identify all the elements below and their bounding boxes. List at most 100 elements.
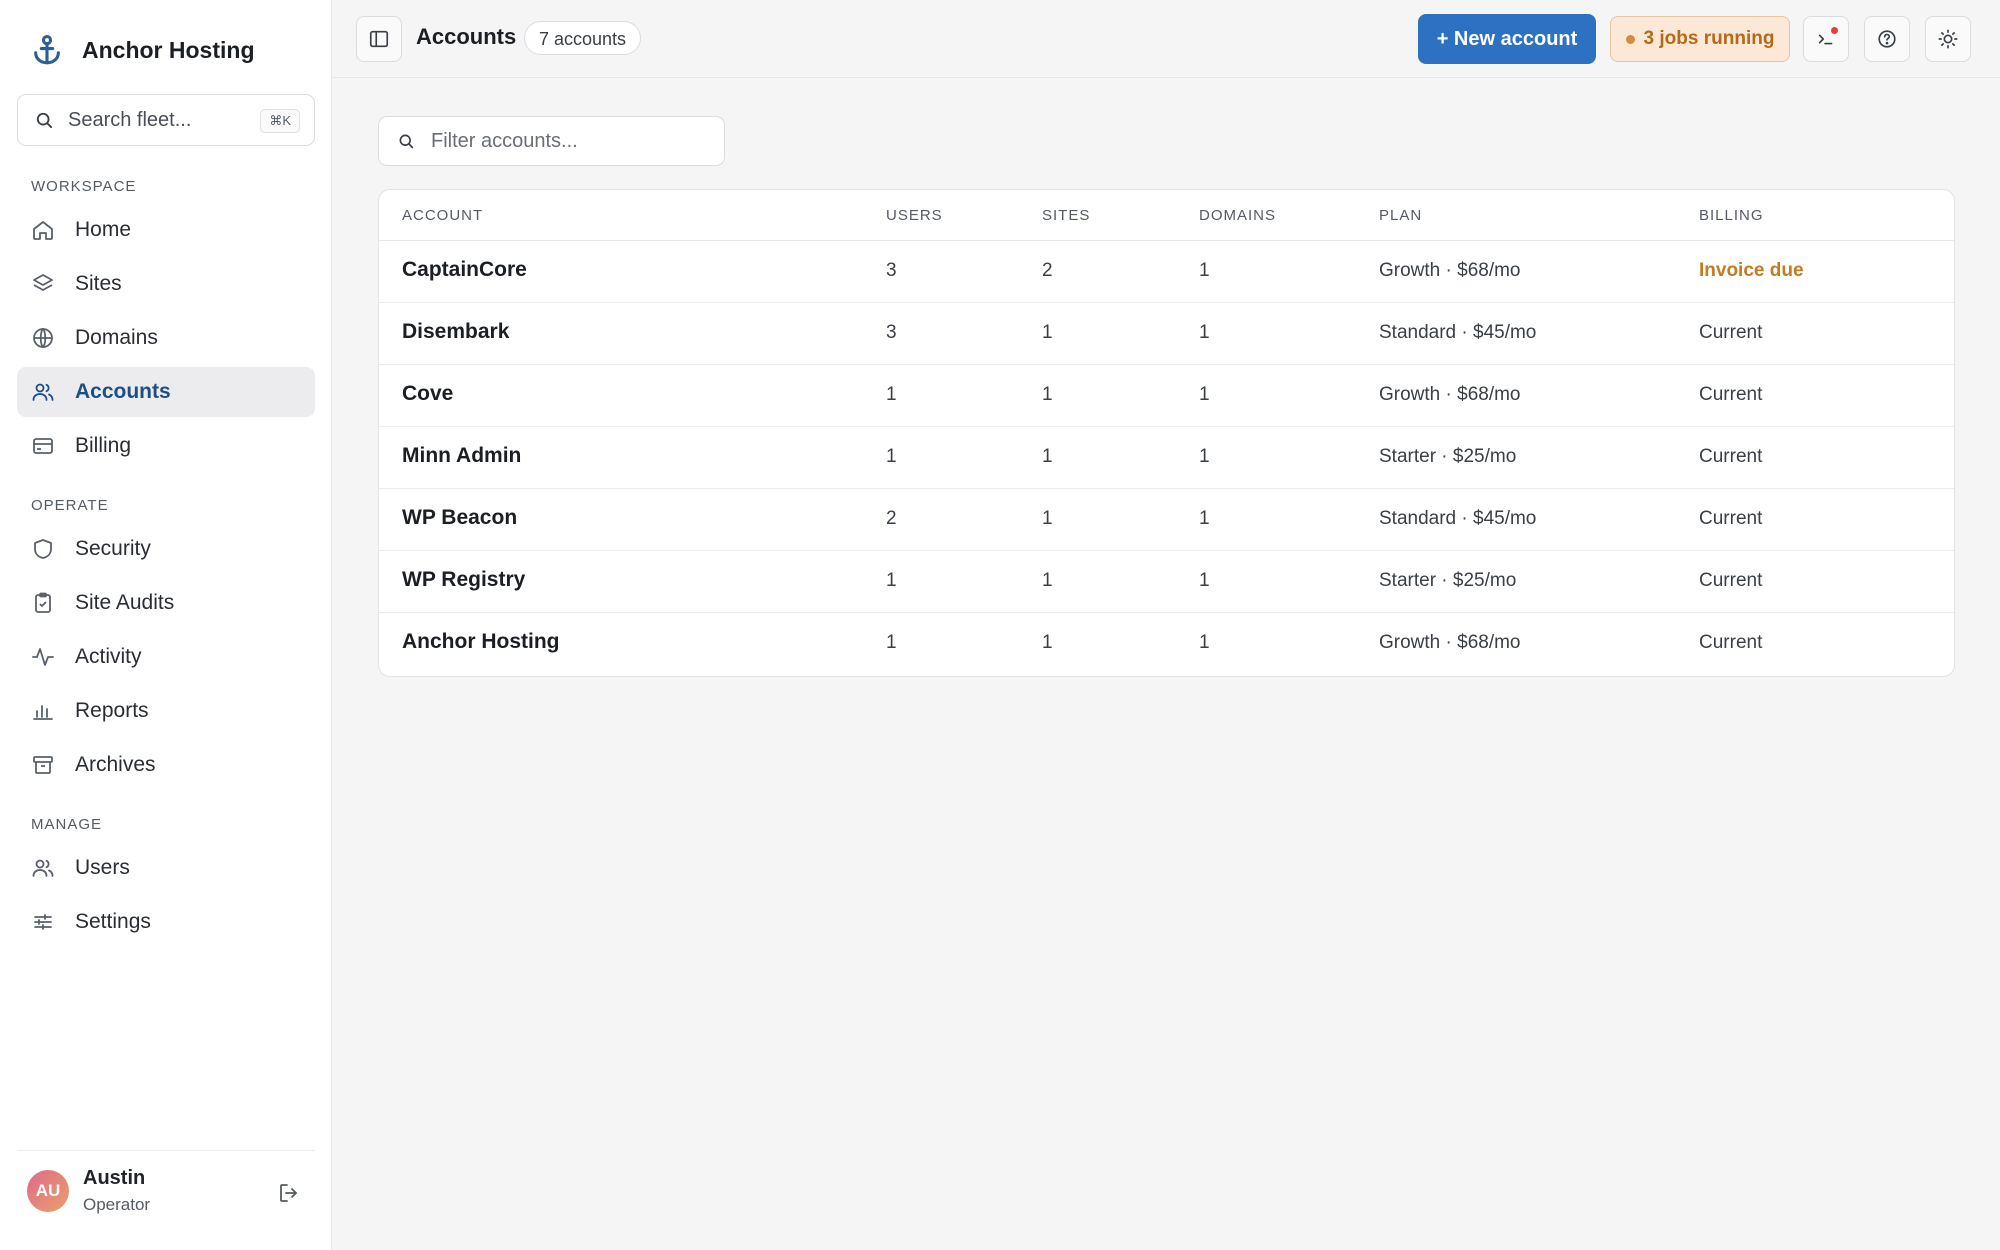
users-count: 1 bbox=[886, 632, 897, 653]
table-row[interactable]: CaptainCore 3 2 1 Growth · $68/mo Invoic… bbox=[379, 240, 1954, 303]
sidebar-item-home[interactable]: Home bbox=[17, 205, 315, 255]
status-dot bbox=[1625, 34, 1635, 44]
domains-count: 1 bbox=[1199, 508, 1210, 529]
sidebar-item-domains[interactable]: Domains bbox=[17, 313, 315, 363]
users-count: 1 bbox=[886, 446, 897, 467]
sidebar-item-billing[interactable]: Billing bbox=[17, 421, 315, 471]
users-count: 1 bbox=[886, 384, 897, 405]
users-icon bbox=[32, 383, 54, 401]
sites-count: 1 bbox=[1042, 508, 1053, 529]
column-header-users[interactable]: USERS bbox=[886, 207, 943, 224]
account-name[interactable]: CaptainCore bbox=[402, 258, 527, 282]
search-placeholder: Search fleet... bbox=[68, 108, 192, 131]
plan: Growth · $68/mo bbox=[1379, 632, 1521, 653]
search-icon bbox=[36, 112, 52, 128]
users-count: 3 bbox=[886, 322, 897, 343]
column-header-sites[interactable]: SITES bbox=[1042, 207, 1090, 224]
table-row[interactable]: WP Registry 1 1 1 Starter · $25/mo Curre… bbox=[379, 550, 1954, 613]
sidebar-item-activity[interactable]: Activity bbox=[17, 632, 315, 682]
account-count-badge: 7 accounts bbox=[524, 21, 642, 55]
account-name[interactable]: Cove bbox=[402, 382, 453, 406]
toggle-sidebar-button[interactable] bbox=[356, 16, 402, 62]
table-row[interactable]: Minn Admin 1 1 1 Starter · $25/mo Curren… bbox=[379, 426, 1954, 489]
sun-icon bbox=[1938, 29, 1958, 49]
user-role: Operator bbox=[83, 1195, 151, 1214]
sidebar-item-sites[interactable]: Sites bbox=[17, 259, 315, 309]
home-icon bbox=[33, 221, 53, 240]
account-name[interactable]: WP Beacon bbox=[402, 506, 517, 530]
sidebar-item-label: Billing bbox=[75, 434, 132, 457]
sidebar-item-label: Sites bbox=[75, 272, 122, 295]
archive-icon bbox=[33, 756, 53, 774]
search-shortcut: ⌘K bbox=[260, 109, 300, 133]
theme-toggle-button[interactable] bbox=[1925, 16, 1971, 62]
billing-status: Current bbox=[1699, 322, 1763, 343]
sidebar-item-security[interactable]: Security bbox=[17, 524, 315, 574]
sidebar-item-label: Users bbox=[75, 856, 130, 879]
users-count: 3 bbox=[886, 260, 897, 281]
new-account-button[interactable]: + New account bbox=[1418, 14, 1596, 64]
billing-status: Current bbox=[1699, 384, 1763, 405]
account-name[interactable]: Anchor Hosting bbox=[402, 630, 560, 654]
sidebar-item-accounts[interactable]: Accounts bbox=[17, 367, 315, 417]
sites-count: 1 bbox=[1042, 384, 1053, 405]
domains-count: 1 bbox=[1199, 260, 1210, 281]
sidebar-item-archives[interactable]: Archives bbox=[17, 740, 315, 790]
table-row[interactable]: Disembark 3 1 1 Standard · $45/mo Curren… bbox=[379, 302, 1954, 365]
sidebar-item-label: Domains bbox=[75, 326, 158, 349]
avatar: AU bbox=[27, 1169, 69, 1212]
sidebar-item-settings[interactable]: Settings bbox=[17, 897, 315, 947]
users-count: 2 bbox=[886, 508, 897, 529]
table-row[interactable]: Anchor Hosting 1 1 1 Growth · $68/mo Cur… bbox=[379, 612, 1954, 674]
logout-icon[interactable] bbox=[277, 1181, 301, 1205]
filter-accounts-input[interactable]: Filter accounts... bbox=[378, 116, 725, 166]
accounts-table: ACCOUNT USERS SITES DOMAINS PLAN BILLING… bbox=[378, 189, 1955, 677]
billing-status: Current bbox=[1699, 446, 1763, 467]
credit-card-icon bbox=[33, 438, 53, 454]
globe-icon bbox=[33, 327, 53, 349]
account-name[interactable]: Minn Admin bbox=[402, 444, 521, 468]
activity-icon bbox=[32, 648, 54, 666]
domains-count: 1 bbox=[1199, 446, 1210, 467]
account-name[interactable]: Disembark bbox=[402, 320, 509, 344]
help-icon bbox=[1878, 30, 1896, 48]
fleet-search[interactable]: Search fleet... ⌘K bbox=[17, 94, 315, 146]
plan: Starter · $25/mo bbox=[1379, 570, 1517, 591]
brand[interactable]: Anchor Hosting bbox=[30, 32, 255, 68]
billing-status: Current bbox=[1699, 508, 1763, 529]
sites-count: 1 bbox=[1042, 570, 1053, 591]
plan: Starter · $25/mo bbox=[1379, 446, 1517, 467]
domains-count: 1 bbox=[1199, 632, 1210, 653]
sidebar-item-label: Reports bbox=[75, 699, 149, 722]
sites-count: 1 bbox=[1042, 632, 1053, 653]
domains-count: 1 bbox=[1199, 570, 1210, 591]
sites-count: 2 bbox=[1042, 260, 1053, 281]
jobs-running-button[interactable]: 3 jobs running bbox=[1610, 16, 1790, 62]
billing-status: Current bbox=[1699, 632, 1763, 653]
account-name[interactable]: WP Registry bbox=[402, 568, 525, 592]
user-profile[interactable]: AU Austin Operator bbox=[17, 1150, 315, 1230]
help-button[interactable] bbox=[1864, 16, 1910, 62]
domains-count: 1 bbox=[1199, 384, 1210, 405]
filter-placeholder: Filter accounts... bbox=[431, 129, 578, 152]
terminal-button[interactable] bbox=[1803, 16, 1849, 62]
column-header-account[interactable]: ACCOUNT bbox=[402, 207, 483, 224]
sidebar-item-users[interactable]: Users bbox=[17, 843, 315, 893]
users-icon bbox=[32, 859, 54, 877]
sidebar: Anchor Hosting Search fleet... ⌘K WORKSP… bbox=[0, 0, 332, 1250]
search-icon bbox=[399, 134, 414, 149]
sidebar-item-reports[interactable]: Reports bbox=[17, 686, 315, 736]
domains-count: 1 bbox=[1199, 322, 1210, 343]
column-header-billing[interactable]: BILLING bbox=[1699, 207, 1764, 224]
table-row[interactable]: Cove 1 1 1 Growth · $68/mo Current bbox=[379, 364, 1954, 427]
user-name: Austin bbox=[83, 1167, 146, 1189]
sites-count: 1 bbox=[1042, 446, 1053, 467]
sidebar-item-site-audits[interactable]: Site Audits bbox=[17, 578, 315, 628]
table-row[interactable]: WP Beacon 2 1 1 Standard · $45/mo Curren… bbox=[379, 488, 1954, 551]
layers-icon bbox=[33, 274, 53, 291]
billing-status: Invoice due bbox=[1699, 260, 1804, 281]
clipboard-icon bbox=[35, 592, 51, 613]
users-count: 1 bbox=[886, 570, 897, 591]
column-header-plan[interactable]: PLAN bbox=[1379, 207, 1422, 224]
column-header-domains[interactable]: DOMAINS bbox=[1199, 207, 1276, 224]
